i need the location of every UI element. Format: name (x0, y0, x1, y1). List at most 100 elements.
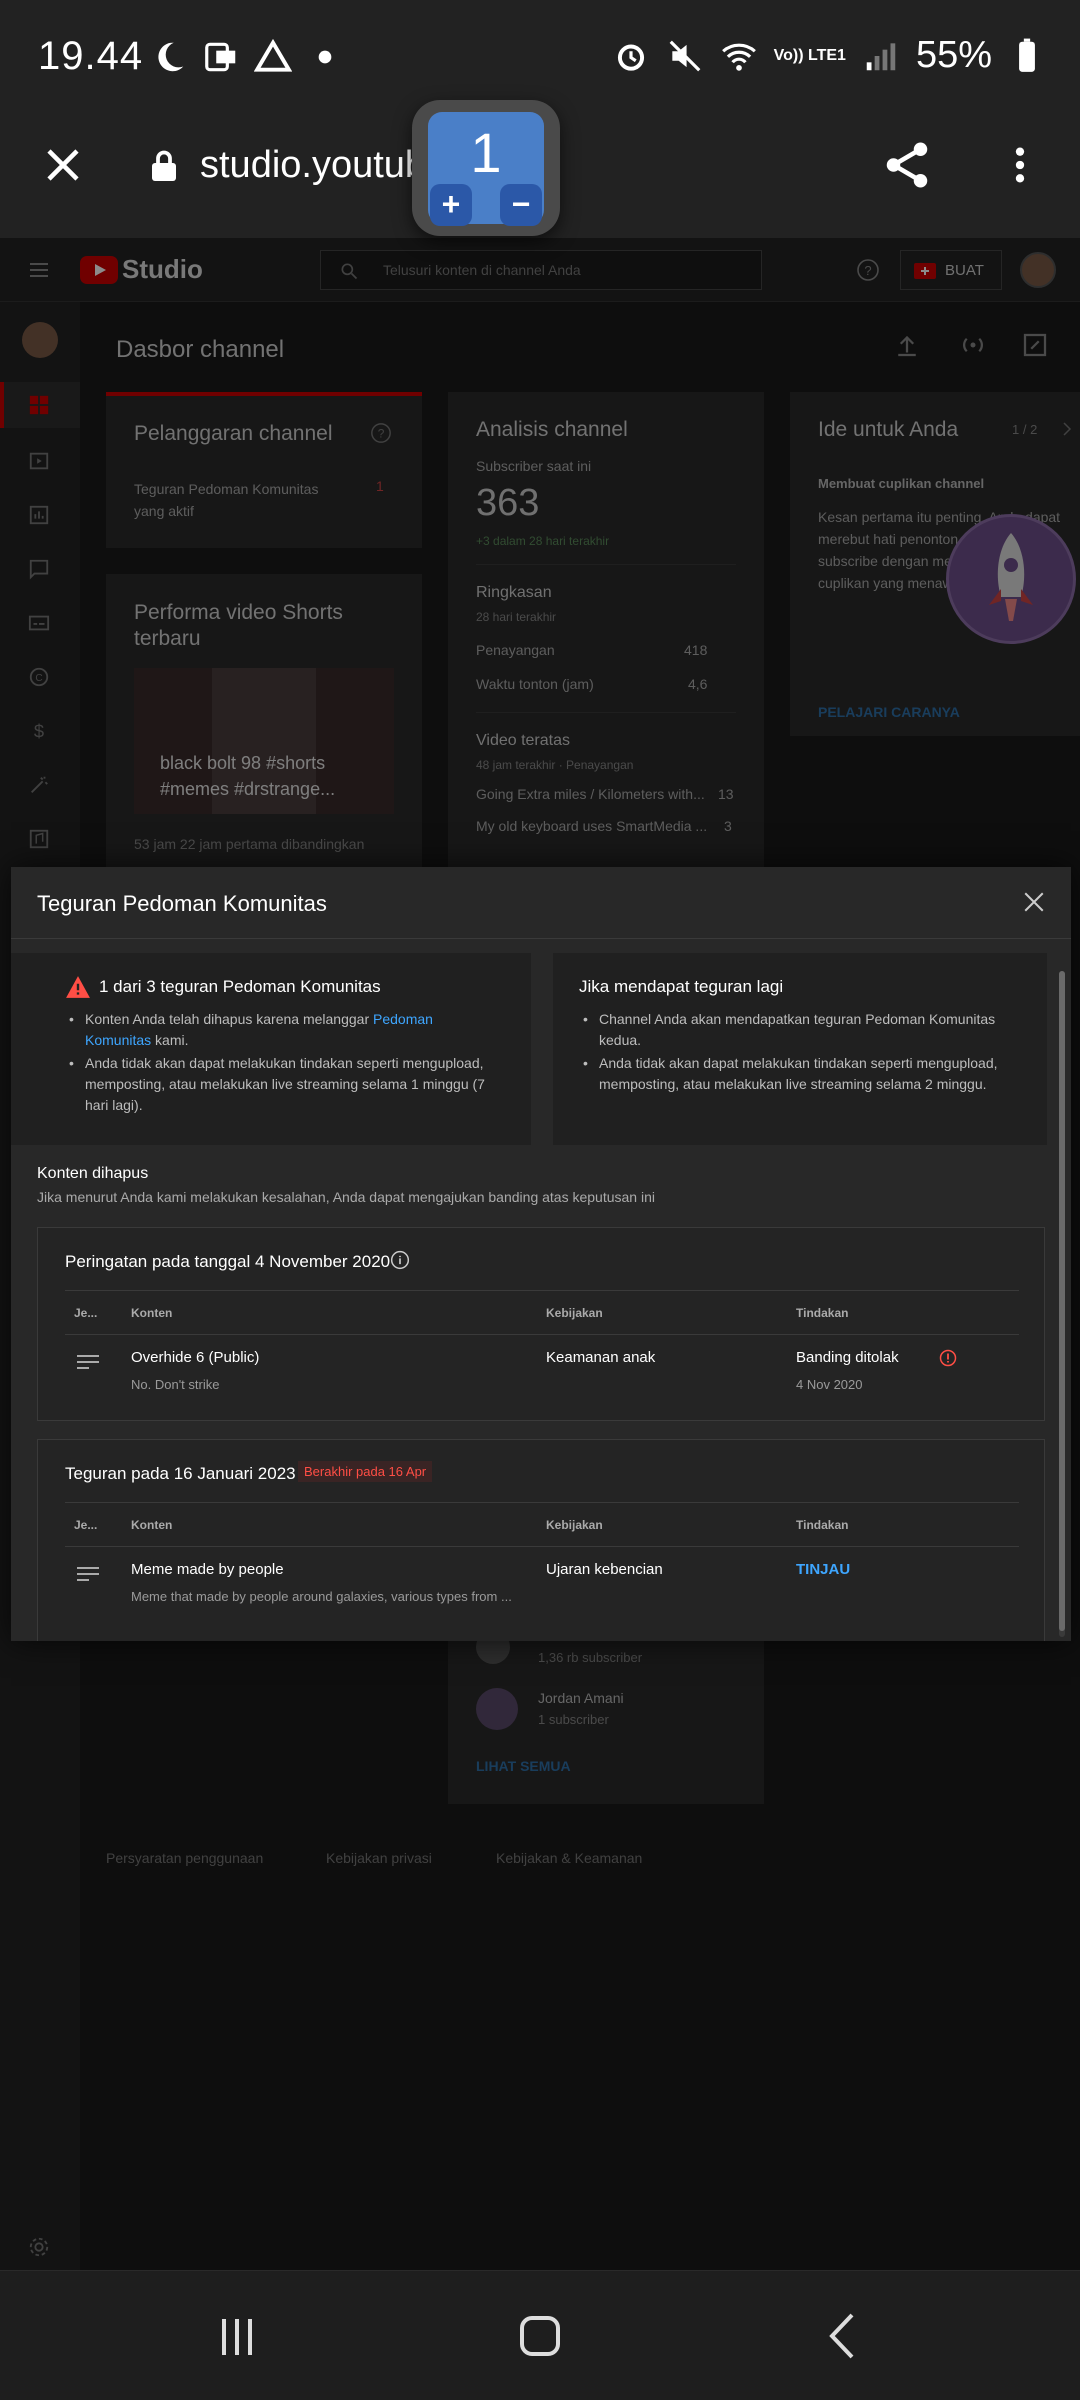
footer-safety-link[interactable]: Kebijakan & Keamanan (496, 1850, 642, 1866)
close-tab-icon[interactable] (42, 144, 84, 186)
ideas-subtitle: Membuat cuplikan channel (818, 476, 985, 491)
post-type-icon (77, 1567, 99, 1581)
url-field[interactable]: studio.youtub (200, 144, 426, 187)
wifi-icon (721, 43, 756, 71)
zoom-level: 1 (470, 121, 502, 184)
audio-library-icon[interactable] (28, 828, 50, 850)
shorts-caption: 53 jam 22 jam pertama dibandingkan (134, 836, 365, 852)
monetization-icon[interactable]: $ (28, 720, 50, 742)
strike-section: Teguran pada 16 Januari 2023 Berakhir pa… (37, 1439, 1045, 1641)
copyright-icon[interactable]: C (28, 666, 50, 688)
help-icon[interactable]: ? (856, 258, 880, 282)
analytics-views-label: Penayangan (476, 642, 555, 658)
violations-active-strikes[interactable]: Teguran Pedoman Komunitas yang aktif (134, 478, 334, 522)
video-title[interactable]: Overhide 6 (Public) (131, 1349, 259, 1366)
subtitles-icon[interactable] (28, 612, 50, 634)
subscriber-1-count: 1,36 rb subscriber (538, 1650, 643, 1665)
top-video-2[interactable]: My old keyboard uses SmartMedia ... (476, 818, 707, 834)
create-button[interactable]: BUAT (900, 250, 1002, 290)
svg-text:$: $ (34, 720, 44, 741)
top-video-1[interactable]: Going Extra miles / Kilometers with... (476, 786, 705, 802)
youtube-logo-icon[interactable] (80, 256, 118, 284)
dashboard-title: Dasbor channel (116, 336, 285, 363)
top-video-1-views: 13 (718, 786, 734, 802)
moon-icon (158, 42, 184, 72)
create-button-label: BUAT (945, 262, 984, 279)
dialog-header: Teguran Pedoman Komunitas (11, 867, 1071, 939)
violations-card-title: Pelanggaran channel (134, 422, 333, 445)
upload-icon[interactable] (892, 330, 922, 360)
content-icon[interactable] (28, 450, 50, 472)
shorts-card-title: Performa video Shorts terbaru (134, 601, 343, 650)
studio-search-input[interactable]: Telusuri konten di channel Anda (320, 250, 762, 290)
settings-icon[interactable] (28, 2236, 50, 2258)
comments-icon[interactable] (28, 558, 50, 580)
info-icon[interactable] (390, 1250, 410, 1270)
warning-icon (66, 976, 90, 998)
svg-text:C: C (35, 673, 42, 684)
shorts-thumbnail[interactable]: black bolt 98 #shorts #memes #drstrange.… (134, 668, 394, 814)
video-title[interactable]: Meme made by people (131, 1561, 284, 1578)
battery-icon (1019, 38, 1035, 72)
see-all-link[interactable]: LIHAT SEMUA (476, 1758, 571, 1774)
strike-expiry-badge: Berakhir pada 16 Apr (298, 1461, 433, 1482)
close-icon[interactable] (1019, 887, 1049, 917)
col-action: Tindakan (796, 1306, 849, 1320)
home-icon[interactable] (505, 2301, 575, 2371)
analytics-icon[interactable] (28, 504, 50, 526)
device-icon (205, 42, 236, 72)
footer-terms-link[interactable]: Persyaratan penggunaan (106, 1850, 263, 1866)
more-options-icon[interactable] (1000, 138, 1040, 192)
share-icon[interactable] (880, 138, 934, 192)
zoom-out-button[interactable]: − (500, 184, 542, 226)
svg-text:?: ? (378, 427, 385, 441)
strike-summary-panel: 1 dari 3 teguran Pedoman Komunitas Konte… (11, 953, 531, 1145)
studio-logo-text: Studio (122, 254, 203, 284)
action-status: Banding ditolak (796, 1349, 899, 1366)
col-type: Je... (74, 1518, 98, 1532)
violations-help-icon[interactable]: ? (370, 422, 392, 444)
subscriber-2-avatar[interactable] (476, 1688, 518, 1730)
subscriber-2-name[interactable]: Jordan Amani (538, 1690, 624, 1706)
strike-summary-item: Konten Anda telah dihapus karena melangg… (65, 1009, 495, 1051)
review-button[interactable]: TINJAU (796, 1561, 850, 1578)
footer-privacy-link[interactable]: Kebijakan privasi (326, 1850, 432, 1866)
appeal-denied-info-icon[interactable] (939, 1349, 957, 1367)
signal-icon (866, 42, 896, 70)
recent-apps-icon[interactable] (202, 2301, 272, 2371)
sidebar-dashboard-active[interactable] (0, 382, 80, 428)
analytics-summary-period: 28 hari terakhir (476, 610, 557, 624)
ideas-next-icon[interactable] (1058, 420, 1076, 438)
svg-text:?: ? (864, 263, 871, 278)
next-strike-list: Channel Anda akan mendapatkan teguran Pe… (579, 1009, 1029, 1097)
analytics-card-title: Analisis channel (476, 418, 628, 441)
channel-avatar[interactable] (22, 322, 58, 358)
strike-summary-list: Konten Anda telah dihapus karena melangg… (65, 1009, 495, 1118)
col-content: Konten (131, 1306, 173, 1320)
create-post-icon[interactable] (1020, 330, 1050, 360)
next-strike-item: Channel Anda akan mendapatkan teguran Pe… (579, 1009, 1029, 1051)
warning-title: Peringatan pada tanggal 4 November 2020 (65, 1252, 391, 1271)
table-divider (65, 1502, 1019, 1503)
hamburger-menu-icon[interactable] (26, 258, 52, 282)
customization-icon[interactable] (28, 774, 50, 796)
dot-icon (318, 50, 332, 64)
removed-content-subtitle: Jika menurut Anda kami melakukan kesalah… (37, 1189, 655, 1205)
top-video-2-views: 3 (724, 818, 732, 834)
video-description: No. Don't strike (131, 1377, 220, 1392)
go-live-icon[interactable] (958, 330, 988, 360)
table-row[interactable]: Meme made by people Meme that made by pe… (65, 1547, 1019, 1627)
ideas-pager: 1 / 2 (1012, 422, 1038, 437)
ideas-learn-link[interactable]: PELAJARI CARANYA (818, 704, 960, 720)
table-row[interactable]: Overhide 6 (Public) No. Don't strike Kea… (65, 1335, 1019, 1415)
zoom-control[interactable]: 1 + − (412, 100, 560, 236)
account-avatar[interactable] (1020, 252, 1056, 288)
status-left-icons (150, 38, 344, 76)
strike-count-title: 1 dari 3 teguran Pedoman Komunitas (99, 977, 381, 996)
zoom-in-button[interactable]: + (430, 184, 472, 226)
dialog-scrollbar-thumb[interactable] (1059, 971, 1065, 1631)
back-icon[interactable] (808, 2301, 878, 2371)
subscriber-2-count: 1 subscriber (538, 1712, 609, 1727)
shorts-thumbnail-text: black bolt 98 #shorts #memes #drstrange.… (160, 753, 336, 799)
dialog-body[interactable]: 1 dari 3 teguran Pedoman Komunitas Konte… (11, 939, 1071, 1641)
